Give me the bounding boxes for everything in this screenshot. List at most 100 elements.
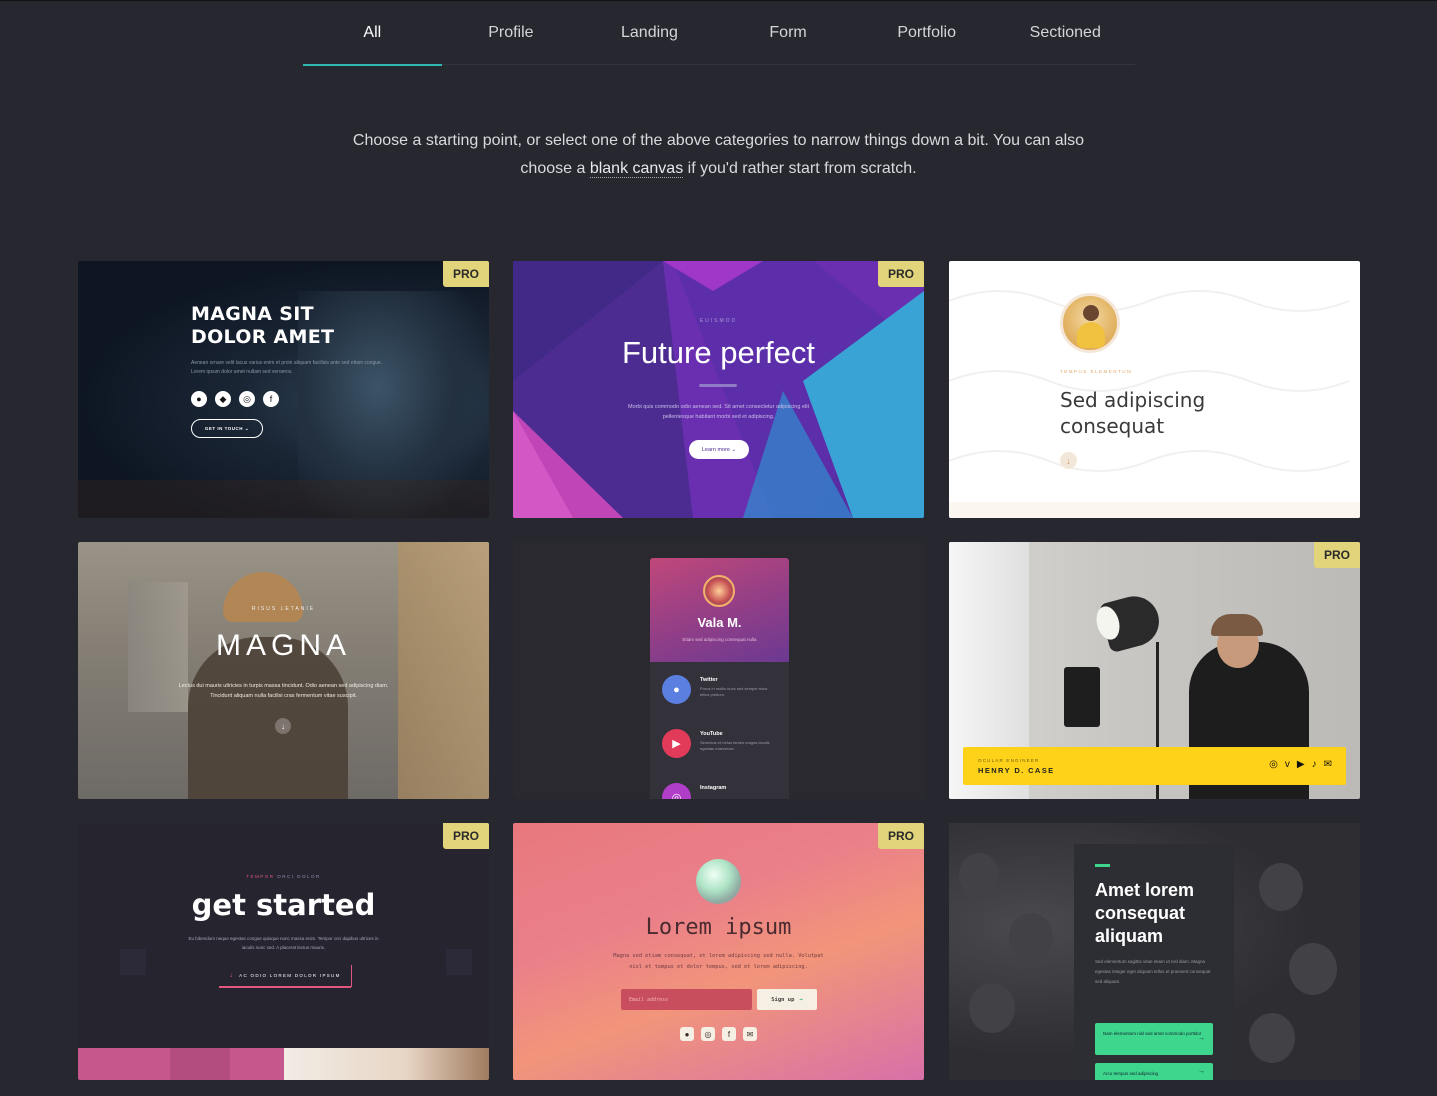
crowd-figure bbox=[959, 853, 999, 897]
tab-profile[interactable]: Profile bbox=[442, 1, 581, 65]
template-card-magna-sit[interactable]: PRO MAGNA SIT DOLOR AMET Aenean ornare v… bbox=[78, 261, 489, 518]
link-item-instagram: ◎ Instagram bbox=[662, 783, 782, 799]
arrow-right-icon: → bbox=[1198, 1068, 1205, 1075]
pro-badge: PRO bbox=[442, 823, 489, 849]
template-card-henry-case[interactable]: PRO OCULAR ENGINEER HENRY D. CASE ◎ v ▶ … bbox=[949, 542, 1360, 799]
blank-canvas-link[interactable]: blank canvas bbox=[589, 160, 684, 178]
logo-orb bbox=[696, 859, 741, 904]
discord-icon: ◆ bbox=[215, 391, 231, 407]
intro-text-after: if you'd rather start from scratch. bbox=[683, 160, 917, 177]
color-strip bbox=[170, 1048, 230, 1080]
facebook-icon: f bbox=[722, 1027, 736, 1041]
crowd-figure bbox=[1289, 943, 1337, 995]
template-body: Lectus dui mauris ultricies in turpis ma… bbox=[178, 683, 389, 699]
primary-button: Nam elementum nisl sed amet commodo port… bbox=[1095, 1023, 1213, 1055]
template-body: Magna sed etiam consequat, et lorem adip… bbox=[613, 953, 824, 970]
instagram-icon: ◎ bbox=[239, 391, 255, 407]
tab-portfolio[interactable]: Portfolio bbox=[857, 1, 996, 65]
instagram-icon: ◎ bbox=[701, 1027, 715, 1041]
template-body: Aenean ornare velit lacus varius enim et… bbox=[191, 360, 383, 375]
image-band bbox=[78, 480, 489, 518]
social-icons: ◎ v ▶ ♪ ✉ bbox=[1269, 759, 1332, 770]
template-body: Sed elementum sagittis vitae etiam ut ni… bbox=[1095, 959, 1211, 984]
tab-form[interactable]: Form bbox=[719, 1, 858, 65]
instagram-icon: ◎ bbox=[1269, 759, 1278, 770]
social-icons: ● ◆ ◎ f bbox=[191, 391, 279, 407]
intro-text: Choose a starting point, or select one o… bbox=[340, 127, 1097, 183]
cta-label: AC ODIO LOREM DOLOR IPSUM bbox=[239, 973, 341, 978]
template-kicker: RISUS LETANIE bbox=[251, 606, 316, 612]
pro-badge: PRO bbox=[1313, 542, 1360, 568]
crowd-figure bbox=[1259, 863, 1303, 911]
decor-square bbox=[120, 949, 146, 975]
person-cap bbox=[1211, 614, 1263, 636]
pro-badge: PRO bbox=[442, 261, 489, 287]
avatar bbox=[1060, 293, 1120, 353]
template-card-lorem-ipsum[interactable]: PRO Lorem ipsum Magna sed etiam consequa… bbox=[513, 823, 924, 1080]
template-card-future-perfect[interactable]: PRO EUISMOD Future perfect Morbi quis co… bbox=[513, 261, 924, 518]
tab-all[interactable]: All bbox=[303, 1, 442, 66]
twitter-icon: ● bbox=[191, 391, 207, 407]
get-in-touch-button: GET IN TOUCH ⌄ bbox=[191, 419, 263, 438]
social-icons: ● ◎ f ✉ bbox=[680, 1027, 757, 1041]
arrow-down-icon: ↓ bbox=[1060, 452, 1077, 469]
divider bbox=[699, 384, 737, 387]
link-item-youtube: ▶ YouTube Senectus et netus fames magna … bbox=[662, 729, 782, 769]
template-heading: MAGNA SIT DOLOR AMET bbox=[191, 303, 335, 348]
button-label: Arcu tempus sed adipiscing bbox=[1103, 1071, 1159, 1076]
template-card-get-started[interactable]: PRO TEMPOR ORCI DOLOR get started Eu bib… bbox=[78, 823, 489, 1080]
instagram-icon: ◎ bbox=[662, 783, 691, 799]
tab-landing[interactable]: Landing bbox=[580, 1, 719, 65]
template-heading: Lorem ipsum bbox=[645, 915, 792, 940]
template-card-sed-adipiscing[interactable]: TEMPUS ELEMENTUM Sed adipiscing consequa… bbox=[949, 261, 1360, 518]
template-heading: get started bbox=[191, 888, 376, 922]
name-strip: OCULAR ENGINEER HENRY D. CASE ◎ v ▶ ♪ ✉ bbox=[963, 747, 1346, 785]
template-card-amet-lorem[interactable]: Amet lorem consequat aliquam Sed element… bbox=[949, 823, 1360, 1080]
vimeo-icon: v bbox=[1284, 759, 1290, 770]
arrow-down-icon: ↓ bbox=[229, 972, 235, 979]
template-kicker: EUISMOD bbox=[699, 318, 738, 324]
profile-subtitle: Etiam sed adipiscing consequat nulla bbox=[682, 637, 757, 642]
profile-name: Vala M. bbox=[697, 615, 742, 630]
template-heading: Sed adipiscing consequat bbox=[1060, 388, 1206, 438]
template-heading: Amet lorem consequat aliquam bbox=[1095, 880, 1195, 946]
profile-header bbox=[650, 558, 789, 662]
link-title: YouTube bbox=[700, 731, 723, 737]
learn-more-button: Learn more ⌄ bbox=[689, 440, 749, 459]
template-kicker: OCULAR ENGINEER bbox=[978, 758, 1040, 763]
template-name: HENRY D. CASE bbox=[978, 766, 1055, 775]
tab-sectioned[interactable]: Sectioned bbox=[996, 1, 1135, 65]
crowd-figure bbox=[1009, 913, 1053, 961]
email-icon: ✉ bbox=[1323, 759, 1332, 770]
link-desc: Purus in mollis nunc sed semper risus te… bbox=[700, 686, 768, 697]
pro-badge: PRO bbox=[877, 261, 924, 287]
pro-badge: PRO bbox=[877, 823, 924, 849]
email-icon: ✉ bbox=[743, 1027, 757, 1041]
link-title: Instagram bbox=[700, 785, 727, 791]
get-in-touch-label: GET IN TOUCH bbox=[204, 426, 244, 431]
template-card-vala-m[interactable]: Vala M. Etiam sed adipiscing consequat n… bbox=[513, 542, 924, 799]
category-tabs: All Profile Landing Form Portfolio Secti… bbox=[303, 1, 1135, 66]
email-field: Email address bbox=[621, 989, 752, 1010]
template-body: Eu bibendum neque egestas congue quisque… bbox=[188, 936, 379, 950]
sign-up-label: Sign up bbox=[771, 996, 795, 1003]
photo-strip bbox=[284, 1048, 489, 1080]
twitter-icon: ● bbox=[662, 675, 691, 704]
template-kicker: TEMPOR ORCI DOLOR bbox=[78, 874, 489, 879]
profile-card: Vala M. Etiam sed adipiscing consequat n… bbox=[650, 558, 789, 799]
link-desc: Senectus et netus fames magna iaculis eg… bbox=[700, 740, 770, 751]
arrow-down-icon: ↓ bbox=[275, 718, 291, 734]
avatar bbox=[703, 575, 735, 607]
facebook-icon: f bbox=[263, 391, 279, 407]
cap-image bbox=[223, 572, 303, 622]
accent-bar bbox=[1095, 864, 1110, 867]
decor-square bbox=[446, 949, 472, 975]
link-title: Twitter bbox=[700, 677, 718, 683]
template-card-magna[interactable]: RISUS LETANIE MAGNA Lectus dui mauris ul… bbox=[78, 542, 489, 799]
crowd-figure bbox=[969, 983, 1015, 1033]
kicker-accent: TEMPOR bbox=[246, 874, 275, 879]
tiktok-icon: ♪ bbox=[1311, 759, 1317, 770]
building-image bbox=[398, 542, 489, 799]
arrow-right-icon: → bbox=[1198, 1035, 1205, 1042]
template-kicker: TEMPUS ELEMENTUM bbox=[1060, 369, 1133, 374]
